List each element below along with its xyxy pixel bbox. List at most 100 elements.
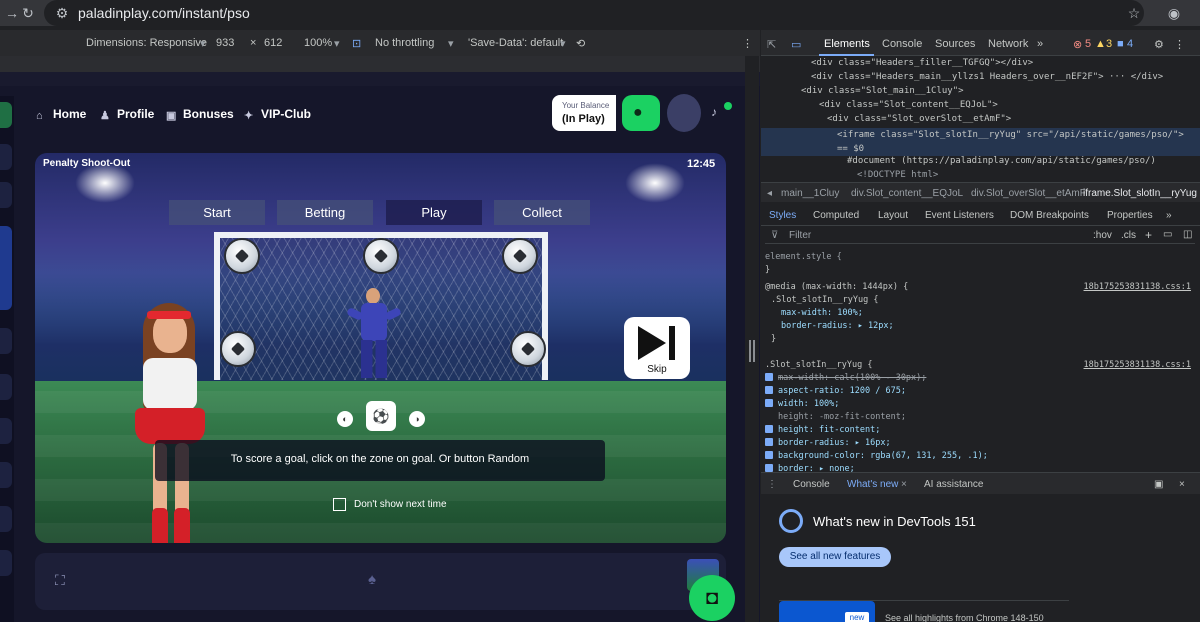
notifications-icon[interactable]: ♪ bbox=[711, 105, 725, 119]
breadcrumb-back-icon[interactable]: ◂ bbox=[767, 188, 772, 199]
css-declaration[interactable]: background-color: rgba(67, 131, 255, .1)… bbox=[765, 451, 1195, 461]
media-query[interactable]: @media (max-width: 1444px) {18b175253831… bbox=[765, 282, 1195, 292]
css-declaration[interactable]: max-width: 100%; bbox=[765, 308, 1195, 318]
rail-button[interactable] bbox=[0, 374, 12, 400]
dont-show-checkbox[interactable] bbox=[333, 498, 346, 511]
new-rule-button[interactable]: + bbox=[1145, 228, 1152, 242]
error-count[interactable]: 5 bbox=[1085, 38, 1091, 50]
nav-bonuses[interactable]: ▣ Bonuses bbox=[166, 107, 234, 122]
inspect-icon[interactable]: ⇱ bbox=[767, 38, 776, 51]
declaration-checkbox[interactable] bbox=[765, 451, 773, 459]
tab-styles[interactable]: Styles bbox=[769, 210, 796, 221]
game-frame[interactable]: Penalty Shoot-Out 12:45 Start Betting Pl… bbox=[35, 153, 726, 543]
sensor-icon[interactable]: ⊡ bbox=[352, 37, 361, 50]
tab-collect[interactable]: Collect bbox=[494, 200, 590, 225]
save-data-select[interactable]: 'Save-Data': default bbox=[468, 37, 563, 49]
tab-network[interactable]: Network bbox=[988, 38, 1028, 50]
drawer-tab-ai-assistance[interactable]: AI assistance bbox=[924, 479, 983, 490]
css-declaration[interactable]: height: fit-content; bbox=[765, 425, 1195, 435]
tab-elements[interactable]: Elements bbox=[824, 38, 870, 50]
css-declaration-invalid[interactable]: height: -moz-fit-content; bbox=[765, 412, 1195, 422]
dom-line[interactable]: #document (https://paladinplay.com/api/s… bbox=[761, 156, 1200, 170]
breadcrumb-item[interactable]: div.Slot_content__EQJoL bbox=[851, 188, 963, 199]
css-declaration[interactable]: border-radius: ▸ 16px; bbox=[765, 438, 1195, 448]
error-icon[interactable]: ⊗ bbox=[1073, 38, 1082, 51]
breadcrumb-item-active[interactable]: iframe.Slot_slotIn__ryYug bbox=[1083, 188, 1197, 199]
rail-button[interactable] bbox=[0, 506, 12, 532]
rule-selector[interactable]: .Slot_slotIn__ryYug { bbox=[765, 295, 1195, 305]
css-declaration[interactable]: aspect-ratio: 1200 / 675; bbox=[765, 386, 1195, 396]
declaration-checkbox[interactable] bbox=[765, 373, 773, 381]
skip-button[interactable]: Skip bbox=[624, 317, 690, 379]
zone-bottom-right-ball[interactable] bbox=[510, 331, 546, 367]
throttling-select[interactable]: No throttling bbox=[375, 37, 434, 49]
tab-more[interactable]: » bbox=[1037, 38, 1043, 50]
tab-dom-breakpoints[interactable]: DOM Breakpoints bbox=[1010, 210, 1089, 221]
profile-icon[interactable]: ◉ bbox=[1164, 3, 1184, 23]
wallet-button[interactable]: ● bbox=[622, 95, 660, 131]
dom-line[interactable]: <div class="Slot_main__1Cluy"> bbox=[761, 86, 1200, 100]
rail-button[interactable] bbox=[0, 328, 12, 354]
dom-line-selected[interactable]: <iframe class="Slot_slotIn__ryYug" src="… bbox=[761, 128, 1200, 156]
tab-properties[interactable]: Properties bbox=[1107, 210, 1153, 221]
see-all-features-button[interactable]: See all new features bbox=[779, 547, 891, 567]
tab-play[interactable]: Play bbox=[386, 200, 482, 225]
zone-top-right-ball[interactable] bbox=[502, 238, 538, 274]
breadcrumb-item[interactable]: div.Slot_overSlot__etAmF bbox=[971, 188, 1086, 199]
device-toggle-icon[interactable]: ▭ bbox=[791, 38, 801, 51]
reload-icon[interactable]: ↻ bbox=[18, 3, 38, 23]
tab-start[interactable]: Start bbox=[169, 200, 265, 225]
panel-splitter[interactable] bbox=[745, 56, 759, 622]
zone-top-left-ball[interactable] bbox=[224, 238, 260, 274]
dock-icon[interactable]: ▣ bbox=[1154, 479, 1163, 490]
left-zone-icon[interactable]: ◐ bbox=[337, 411, 353, 427]
rail-button[interactable] bbox=[0, 550, 12, 576]
tab-event-listeners[interactable]: Event Listeners bbox=[925, 210, 994, 221]
zoom-select[interactable]: 100% bbox=[304, 37, 332, 49]
tab-console[interactable]: Console bbox=[882, 38, 922, 50]
rule-source-link[interactable]: 18b1752538311​38.css:1 bbox=[1084, 360, 1191, 370]
tab-more[interactable]: » bbox=[1166, 210, 1172, 221]
info-icon[interactable]: ■ bbox=[1117, 38, 1124, 50]
declaration-checkbox[interactable] bbox=[765, 386, 773, 394]
more-options-icon[interactable]: ⋮ bbox=[1174, 38, 1185, 51]
avatar[interactable] bbox=[667, 94, 701, 132]
fullscreen-icon[interactable]: ⛶ bbox=[55, 572, 73, 590]
rule-source-link[interactable]: 18b1752538311​38.css:1 bbox=[1084, 282, 1191, 292]
drawer-menu-icon[interactable]: ⋮ bbox=[767, 479, 777, 490]
zone-bottom-left-ball[interactable] bbox=[220, 331, 256, 367]
address-bar[interactable]: ⚙ paladinplay.com/instant/pso bbox=[44, 0, 1144, 26]
info-count[interactable]: 4 bbox=[1127, 38, 1133, 50]
css-declaration-overridden[interactable]: max-width: calc(100% - 30px); bbox=[765, 373, 1195, 383]
rotate-icon[interactable]: ⟲ bbox=[576, 37, 585, 50]
dont-show-label[interactable]: Don't show next time bbox=[354, 499, 447, 510]
rule-selector[interactable]: element.style { bbox=[765, 252, 1195, 262]
cls-toggle[interactable]: .cls bbox=[1121, 230, 1136, 241]
declaration-checkbox[interactable] bbox=[765, 438, 773, 446]
nav-profile[interactable]: ♟ Profile bbox=[100, 107, 154, 122]
rail-banner[interactable] bbox=[0, 226, 12, 310]
sidebar-toggle-icon[interactable]: ◫ bbox=[1183, 229, 1192, 240]
bookmark-star-icon[interactable]: ☆ bbox=[1124, 3, 1144, 23]
declaration-checkbox[interactable] bbox=[765, 399, 773, 407]
more-options-icon[interactable]: ⋮ bbox=[742, 37, 753, 50]
css-declaration[interactable]: border-radius: ▸ 12px; bbox=[765, 321, 1195, 331]
breadcrumb-item[interactable]: main__1Cluy bbox=[781, 188, 839, 199]
warning-count[interactable]: 3 bbox=[1106, 38, 1112, 50]
splitter-handle[interactable] bbox=[749, 340, 755, 362]
dom-line[interactable]: <div class="Slot_overSlot__etAmF"> bbox=[761, 114, 1200, 128]
hov-toggle[interactable]: :hov bbox=[1093, 230, 1112, 241]
warning-icon[interactable]: ▲ bbox=[1095, 38, 1106, 50]
nav-vip-club[interactable]: ✦ VIP-Club bbox=[244, 107, 311, 122]
declaration-checkbox[interactable] bbox=[765, 464, 773, 472]
toggle-computed-icon[interactable]: ▭ bbox=[1163, 229, 1172, 240]
random-ball-button[interactable]: ⚽ bbox=[366, 401, 396, 431]
dom-line[interactable]: <div class="Headers_filler__TGFGQ"></div… bbox=[761, 58, 1200, 72]
support-chat-icon[interactable]: ◘ bbox=[689, 575, 735, 621]
balance-widget[interactable]: Your Balance (In Play) bbox=[552, 95, 616, 131]
dom-line[interactable]: <div class="Slot_content__EQJoL"> bbox=[761, 100, 1200, 114]
tab-betting[interactable]: Betting bbox=[277, 200, 373, 225]
rail-button[interactable] bbox=[0, 462, 12, 488]
rail-button[interactable] bbox=[0, 182, 12, 208]
zone-top-center-ball[interactable] bbox=[363, 238, 399, 274]
